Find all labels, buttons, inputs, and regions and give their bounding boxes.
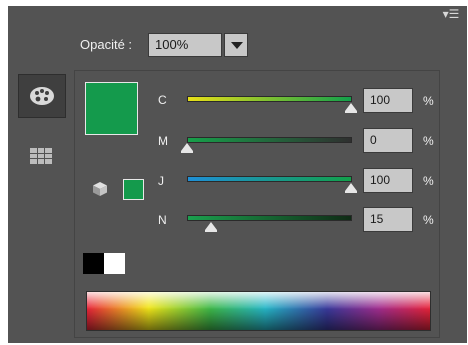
channel-n-label: N — [158, 213, 167, 227]
white-swatch[interactable] — [104, 253, 125, 274]
channel-n-thumb[interactable] — [205, 222, 217, 232]
channel-n-input[interactable]: 15 — [363, 207, 413, 232]
channel-m-unit: % — [423, 134, 434, 148]
color-spectrum-bar[interactable] — [86, 291, 431, 331]
channel-j-label: J — [158, 174, 164, 188]
palette-icon — [30, 87, 54, 105]
gamut-cube-icon[interactable] — [92, 181, 108, 197]
fill-color-swatch[interactable] — [85, 82, 138, 135]
channel-m-slider[interactable] — [187, 137, 352, 143]
tab-swatches[interactable] — [18, 134, 66, 178]
channel-m-thumb[interactable] — [181, 143, 193, 153]
grid-icon — [30, 148, 52, 164]
channel-j-unit: % — [423, 174, 434, 188]
stroke-color-swatch[interactable] — [123, 179, 144, 200]
channel-c-label: C — [158, 93, 167, 107]
opacity-label: Opacité : — [80, 37, 133, 52]
channel-m-input[interactable]: 0 — [363, 128, 413, 153]
channel-c-input[interactable]: 100 — [363, 88, 413, 113]
opacity-dropdown-button[interactable] — [224, 33, 248, 57]
channel-c-slider[interactable] — [187, 96, 352, 102]
channel-j-thumb[interactable] — [345, 183, 357, 193]
opacity-input[interactable]: 100% — [148, 33, 222, 57]
tab-color[interactable] — [18, 74, 66, 118]
black-swatch[interactable] — [83, 253, 104, 274]
channel-n-unit: % — [423, 213, 434, 227]
channel-j-input[interactable]: 100 — [363, 168, 413, 193]
panel-menu-icon[interactable]: ▾☰ — [441, 6, 461, 22]
channel-c-unit: % — [423, 94, 434, 108]
channel-j-slider[interactable] — [187, 176, 352, 182]
channel-c-thumb[interactable] — [345, 103, 357, 113]
channel-m-label: M — [158, 134, 168, 148]
black-white-swatches[interactable] — [83, 253, 125, 274]
channel-n-slider[interactable] — [187, 215, 352, 221]
